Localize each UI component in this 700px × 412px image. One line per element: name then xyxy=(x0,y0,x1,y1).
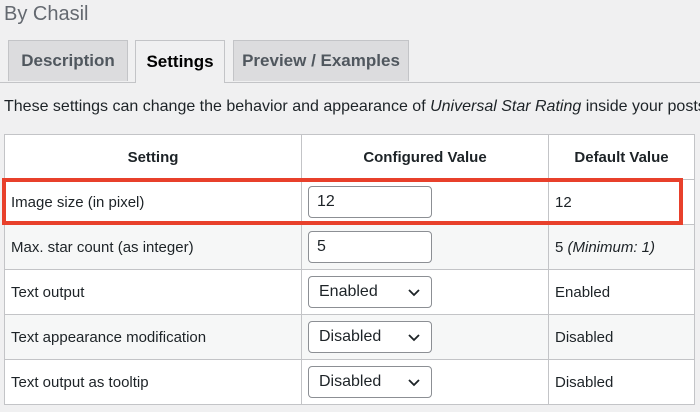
default-value: 5 xyxy=(555,238,564,256)
header-setting: Setting xyxy=(4,134,302,180)
select-value: Disabled xyxy=(319,328,382,345)
default-value-note: (Minimum: 1) xyxy=(567,238,656,256)
plugin-name: Universal Star Rating xyxy=(430,98,582,115)
default-value: 12 xyxy=(548,179,695,225)
default-value: Disabled xyxy=(548,359,695,405)
table-row: Text output Enabled Enabled xyxy=(4,269,695,315)
max-star-count-input[interactable] xyxy=(308,231,432,263)
chevron-down-icon xyxy=(408,379,420,387)
setting-label: Text output as tooltip xyxy=(4,359,302,405)
tab-bar: Description Settings Preview / Examples xyxy=(0,40,700,83)
tab-preview-examples[interactable]: Preview / Examples xyxy=(233,40,409,81)
select-value: Disabled xyxy=(319,373,382,390)
table-row: Max. star count (as integer) 5 (Minimum:… xyxy=(4,224,695,270)
settings-intro: These settings can change the behavior a… xyxy=(4,98,700,116)
default-value: Enabled xyxy=(548,269,695,315)
text-output-select[interactable]: Enabled xyxy=(308,276,432,308)
select-value: Enabled xyxy=(319,283,378,300)
intro-text-before: These settings can change the behavior a… xyxy=(4,98,431,115)
text-tooltip-select[interactable]: Disabled xyxy=(308,366,432,398)
value-cell xyxy=(301,224,549,270)
default-value: Disabled xyxy=(548,314,695,360)
value-cell: Disabled xyxy=(301,359,549,405)
default-value-cell: 5 (Minimum: 1) xyxy=(548,224,695,270)
value-cell xyxy=(301,179,549,225)
chevron-down-icon xyxy=(408,289,420,297)
value-cell: Enabled xyxy=(301,269,549,315)
setting-label: Text appearance modification xyxy=(4,314,302,360)
table-row: Text appearance modification Disabled Di… xyxy=(4,314,695,360)
table-header-row: Setting Configured Value Default Value xyxy=(4,134,695,180)
setting-label: Image size (in pixel) xyxy=(4,179,302,225)
header-configured-value: Configured Value xyxy=(301,134,549,180)
settings-table: Setting Configured Value Default Value I… xyxy=(4,134,695,405)
plugin-author: By Chasil xyxy=(4,3,89,25)
table-row: Text output as tooltip Disabled Disabled xyxy=(4,359,695,405)
image-size-input[interactable] xyxy=(308,186,432,218)
value-cell: Disabled xyxy=(301,314,549,360)
table-row: Image size (in pixel) 12 xyxy=(4,179,695,225)
chevron-down-icon xyxy=(408,334,420,342)
text-appearance-select[interactable]: Disabled xyxy=(308,321,432,353)
setting-label: Max. star count (as integer) xyxy=(4,224,302,270)
tab-settings[interactable]: Settings xyxy=(135,40,225,83)
intro-text-after: inside your posts. xyxy=(581,98,700,115)
setting-label: Text output xyxy=(4,269,302,315)
tab-description[interactable]: Description xyxy=(8,40,128,81)
header-default-value: Default Value xyxy=(548,134,695,180)
